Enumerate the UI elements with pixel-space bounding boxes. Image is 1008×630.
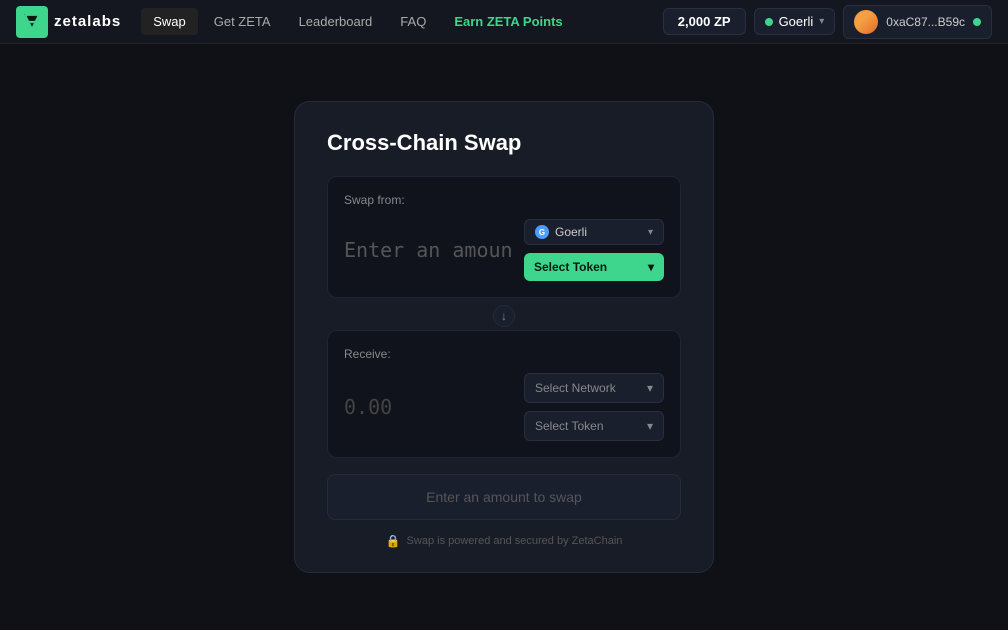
network-name: Goerli (779, 14, 814, 29)
nav-earn-zeta[interactable]: Earn ZETA Points (442, 8, 574, 35)
receive-label: Receive: (344, 347, 664, 361)
from-network-select[interactable]: G Goerli ▾ (524, 219, 664, 245)
logo: zetalabs (16, 6, 121, 38)
receive-selectors: Select Network ▾ Select Token ▾ (524, 373, 664, 441)
footer-text: Swap is powered and secured by ZetaChain (407, 535, 623, 547)
nav-get-zeta[interactable]: Get ZETA (202, 8, 283, 35)
swap-direction-arrow[interactable]: ↓ (327, 302, 681, 330)
receive-token-chevron-icon: ▾ (647, 419, 653, 433)
wallet-button[interactable]: 0xaC87...B59c (843, 5, 992, 39)
from-token-label: Select Token (534, 260, 607, 274)
nav-links: Swap Get ZETA Leaderboard FAQ Earn ZETA … (141, 8, 663, 35)
swap-footer: 🔒 Swap is powered and secured by ZetaCha… (327, 534, 681, 548)
receive-token-select[interactable]: Select Token ▾ (524, 411, 664, 441)
receive-network-chevron-icon: ▾ (647, 381, 653, 395)
swap-card: Cross-Chain Swap Swap from: G Goerli ▾ S… (294, 101, 714, 573)
logo-text: zetalabs (54, 13, 121, 30)
network-status-dot (765, 18, 773, 26)
swap-action-button[interactable]: Enter an amount to swap (327, 474, 681, 520)
nav-leaderboard[interactable]: Leaderboard (287, 8, 385, 35)
network-selector[interactable]: Goerli ▾ (754, 8, 836, 35)
receive-network-select[interactable]: Select Network ▾ (524, 373, 664, 403)
receive-amount: 0.00 (344, 395, 514, 419)
from-token-select[interactable]: Select Token ▾ (524, 253, 664, 281)
nav-faq[interactable]: FAQ (388, 8, 438, 35)
network-chevron-icon: ▾ (819, 16, 824, 27)
swap-title: Cross-Chain Swap (327, 130, 681, 156)
wallet-status-dot (973, 18, 981, 26)
goerli-icon: G (535, 225, 549, 239)
navbar: zetalabs Swap Get ZETA Leaderboard FAQ E… (0, 0, 1008, 44)
zp-balance: 2,000 ZP (663, 8, 746, 35)
lock-icon: 🔒 (386, 534, 401, 548)
wallet-address: 0xaC87...B59c (886, 15, 965, 29)
receive-row: 0.00 Select Network ▾ Select Token ▾ (344, 373, 664, 441)
swap-from-section: Swap from: G Goerli ▾ Select Token ▾ (327, 176, 681, 298)
from-selectors: G Goerli ▾ Select Token ▾ (524, 219, 664, 281)
arrow-down-icon: ↓ (493, 305, 515, 327)
main-content: Cross-Chain Swap Swap from: G Goerli ▾ S… (0, 44, 1008, 630)
nav-swap[interactable]: Swap (141, 8, 198, 35)
swap-receive-section: Receive: 0.00 Select Network ▾ Select To… (327, 330, 681, 458)
from-row: G Goerli ▾ Select Token ▾ (344, 219, 664, 281)
logo-icon (16, 6, 48, 38)
from-label: Swap from: (344, 193, 664, 207)
from-token-chevron-icon: ▾ (648, 260, 654, 274)
receive-network-placeholder: Select Network (535, 381, 616, 395)
avatar (854, 10, 878, 34)
nav-right: 2,000 ZP Goerli ▾ 0xaC87...B59c (663, 5, 992, 39)
amount-input[interactable] (344, 238, 514, 262)
from-network-name: Goerli (555, 225, 587, 239)
from-network-chevron-icon: ▾ (648, 227, 653, 238)
receive-token-placeholder: Select Token (535, 419, 604, 433)
